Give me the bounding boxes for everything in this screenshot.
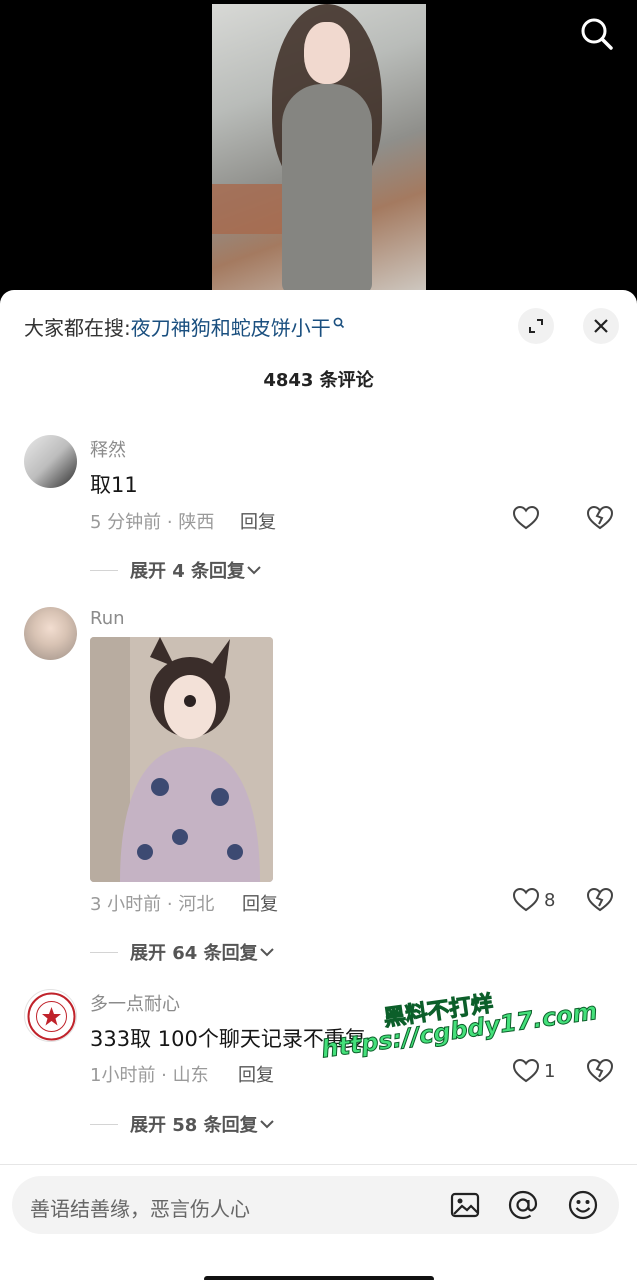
hot-search-term[interactable]: 夜刀神狗和蛇皮饼小干 [131, 316, 331, 340]
expand-divider [90, 1123, 118, 1125]
like-button[interactable]: 1 [512, 1058, 555, 1084]
heart-icon [512, 887, 540, 912]
heart-icon [512, 1058, 540, 1083]
comment-meta: 1小时前 · 山东 [90, 1065, 209, 1086]
body-shape [282, 84, 372, 294]
chevron-down-icon [259, 948, 274, 957]
face-shape [304, 22, 350, 84]
close-icon [594, 319, 608, 333]
reply-button[interactable]: 回复 [240, 508, 276, 534]
comment-photo [90, 637, 273, 882]
home-indicator [204, 1276, 434, 1280]
close-button[interactable] [583, 308, 619, 344]
comment-image[interactable] [90, 637, 273, 882]
image-icon [450, 1192, 480, 1218]
dislike-button[interactable] [586, 1058, 614, 1088]
like-button[interactable]: 8 [512, 887, 555, 913]
reply-button[interactable]: 回复 [242, 890, 278, 916]
comment-count-title: 4843 条评论 [263, 370, 374, 391]
comment-username[interactable]: 释然 [90, 436, 126, 462]
image-picker-button[interactable] [448, 1188, 482, 1222]
expand-replies-label: 展开 4 条回复 [130, 561, 246, 582]
expand-replies[interactable]: 展开 64 条回复 [90, 939, 276, 965]
broken-heart-icon [586, 505, 614, 530]
video-area[interactable] [0, 0, 637, 300]
comment-input[interactable]: 善语结善缘，恶言伤人心 [12, 1176, 619, 1234]
comment-username[interactable]: 多一点耐心 [90, 990, 180, 1016]
hot-search-link[interactable]: 大家都在搜:夜刀神狗和蛇皮饼小干 [24, 312, 345, 341]
mention-button[interactable] [506, 1188, 540, 1222]
chair-shape [212, 184, 282, 234]
broken-heart-icon [586, 887, 614, 912]
expand-replies[interactable]: 展开 58 条回复 [90, 1111, 276, 1137]
like-count: 8 [544, 889, 556, 911]
expand-divider [90, 569, 118, 571]
search-icon[interactable] [579, 16, 615, 52]
fullscreen-icon [529, 319, 543, 333]
at-icon [508, 1190, 538, 1220]
input-divider [0, 1164, 637, 1165]
expand-divider [90, 951, 118, 953]
heart-icon [512, 505, 540, 530]
comment-input-placeholder: 善语结善缘，恶言伤人心 [30, 1197, 250, 1221]
comment-text: 取11 [90, 473, 138, 497]
small-search-icon [333, 312, 345, 336]
like-count: 1 [544, 1060, 556, 1082]
sheet-header: 大家都在搜:夜刀神狗和蛇皮饼小干 [0, 290, 637, 360]
emoji-icon [568, 1190, 598, 1220]
hot-search-prefix: 大家都在搜: [24, 316, 131, 340]
seal-avatar-icon [27, 992, 76, 1041]
video-frame[interactable] [212, 4, 426, 294]
chevron-down-icon [259, 1120, 274, 1129]
comment-meta: 3 小时前 · 河北 [90, 894, 215, 915]
chevron-down-icon [247, 566, 261, 575]
avatar[interactable] [24, 989, 77, 1042]
comment-meta: 5 分钟前 · 陕西 [90, 512, 215, 533]
comment-username[interactable]: Run [90, 608, 125, 629]
avatar[interactable] [24, 607, 77, 660]
emoji-button[interactable] [566, 1188, 600, 1222]
expand-replies-label: 展开 58 条回复 [130, 1115, 258, 1136]
dislike-button[interactable] [586, 887, 614, 917]
comments-sheet: 大家都在搜:夜刀神狗和蛇皮饼小干 4843 条评论 释然 取11 5 分钟前 ·… [0, 290, 637, 1280]
avatar[interactable] [24, 435, 77, 488]
fullscreen-button[interactable] [518, 308, 554, 344]
expand-replies[interactable]: 展开 4 条回复 [90, 557, 263, 583]
dislike-button[interactable] [586, 505, 614, 535]
reply-button[interactable]: 回复 [238, 1061, 274, 1087]
expand-replies-label: 展开 64 条回复 [130, 943, 258, 964]
broken-heart-icon [586, 1058, 614, 1083]
like-button[interactable] [512, 505, 544, 531]
